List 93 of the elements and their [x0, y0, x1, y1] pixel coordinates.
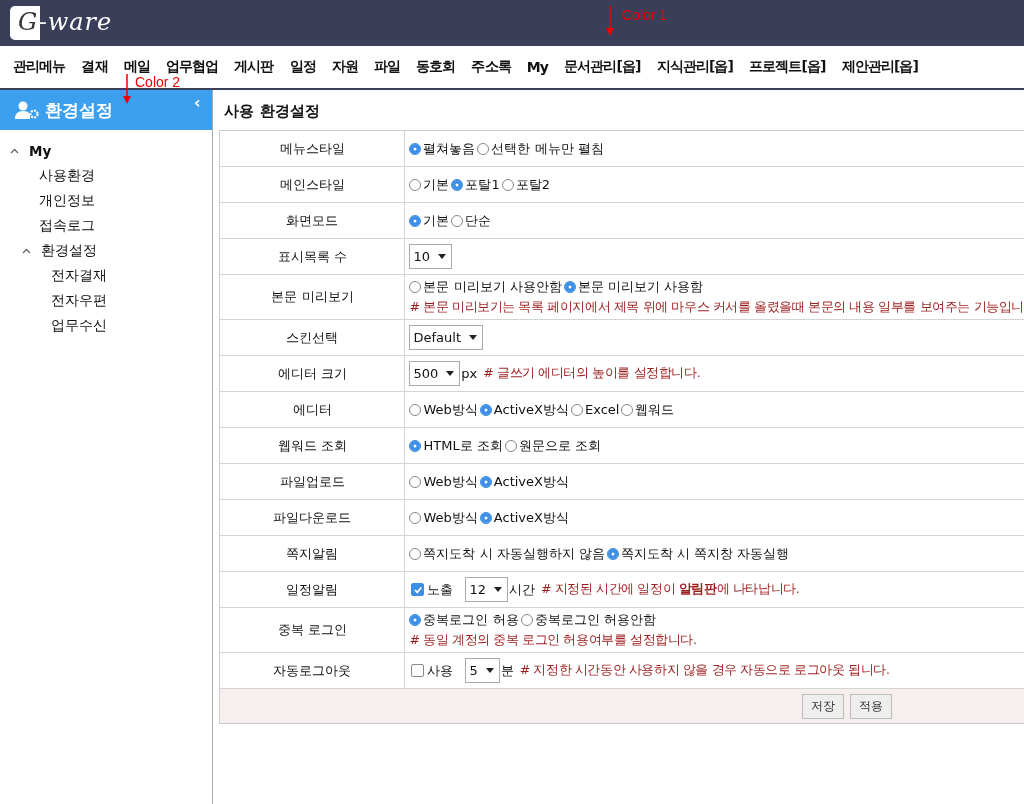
- radio-option[interactable]: Web방식: [409, 508, 478, 527]
- sidebar-title: 환경설정: [45, 98, 113, 122]
- radio-option[interactable]: 웹워드: [621, 400, 675, 419]
- radio-option[interactable]: Excel: [570, 402, 620, 417]
- caret-icon[interactable]: [10, 147, 19, 154]
- setting-label: 파일다운로드: [220, 500, 406, 535]
- page-title: 사용 환경설정: [223, 101, 321, 122]
- radio-option[interactable]: 펼쳐놓음: [409, 139, 476, 158]
- help-note: # 지정한 시간동안 사용하지 않을 경우 자동으로 로그아웃 됩니다.: [519, 662, 890, 679]
- annotation-arrow: [123, 74, 131, 104]
- dropdown-arrow-icon: [485, 668, 494, 673]
- dropdown[interactable]: Default: [409, 325, 483, 350]
- radio-option[interactable]: Web방식: [409, 472, 478, 491]
- menu-item[interactable]: 동호회: [416, 58, 456, 76]
- radio-option[interactable]: 중복로그인 허용: [409, 611, 519, 629]
- dropdown[interactable]: 10: [409, 244, 453, 269]
- menu-item[interactable]: 자원: [331, 58, 358, 76]
- dropdown[interactable]: 500: [409, 361, 461, 386]
- radio-option[interactable]: 본문 미리보기 사용안함: [409, 278, 562, 296]
- menu-item[interactable]: 일정: [289, 58, 316, 76]
- menu-item[interactable]: 결재: [81, 58, 108, 76]
- help-note: # 본문 미리보기는 목록 페이지에서 제목 위에 마우스 커서를 올렸을때 본문의 내용 일부를 보여주는 기능입니: [409, 298, 1024, 316]
- dropdown[interactable]: 12: [465, 577, 509, 602]
- setting-label: 중복 로그인: [220, 608, 406, 652]
- setting-label: 에디터: [220, 392, 406, 427]
- setting-label: 에디터 크기: [220, 356, 406, 391]
- menu-item[interactable]: 관리메뉴: [13, 58, 66, 76]
- checkbox-option[interactable]: 노출: [409, 580, 454, 599]
- menu-item[interactable]: 문서관리[옵]: [564, 58, 641, 76]
- annotation-label: Color 2: [135, 74, 181, 90]
- menu-item[interactable]: 주소록: [471, 58, 511, 76]
- menu-item[interactable]: My: [526, 59, 549, 75]
- check-icon: [413, 584, 423, 595]
- radio-option[interactable]: 단순: [451, 211, 492, 230]
- tree-item[interactable]: 개인정보: [39, 191, 95, 210]
- radio-option[interactable]: 쪽지도착 시 자동실행하지 않음: [409, 544, 605, 563]
- caret-icon[interactable]: [22, 247, 31, 254]
- setting-label: 메인스타일: [220, 167, 406, 202]
- radio-option[interactable]: 기본: [409, 175, 450, 194]
- radio-option[interactable]: ActiveX방식: [479, 508, 569, 527]
- menu-item[interactable]: 프로젝트[옵]: [749, 58, 826, 76]
- form-button[interactable]: 적용: [850, 693, 892, 719]
- user-settings-icon: [15, 101, 39, 119]
- setting-label: 본문 미리보기: [220, 275, 406, 319]
- menu-item[interactable]: 업무협업: [165, 58, 219, 76]
- setting-label: 일정알림: [220, 572, 406, 607]
- radio-option[interactable]: 중복로그인 허용안함: [520, 611, 656, 629]
- form-button[interactable]: 저장: [802, 693, 844, 719]
- help-note: # 글쓰기 에디터의 높이를 설정합니다.: [483, 365, 701, 382]
- radio-option[interactable]: 포탈2: [501, 175, 551, 194]
- radio-option[interactable]: 포탈1: [451, 175, 500, 194]
- annotation-label: Color 1: [622, 7, 668, 23]
- setting-label: 화면모드: [220, 203, 406, 238]
- radio-option[interactable]: ActiveX방식: [479, 472, 569, 491]
- dropdown-arrow-icon: [494, 587, 503, 592]
- setting-label: 표시목록 수: [220, 239, 406, 274]
- unit-label: px: [461, 366, 478, 381]
- menu-item[interactable]: 지식관리[옵]: [656, 58, 734, 76]
- dropdown-arrow-icon: [446, 371, 455, 376]
- tree-item[interactable]: 전자우편: [51, 291, 107, 310]
- radio-option[interactable]: 쪽지도착 시 쪽지창 자동실행: [606, 544, 790, 563]
- tree-item[interactable]: 사용환경: [39, 166, 95, 185]
- radio-option[interactable]: 본문 미리보기 사용함: [563, 278, 703, 296]
- tree-item[interactable]: 전자결재: [51, 266, 107, 285]
- radio-option[interactable]: 기본: [409, 211, 450, 230]
- menu-item[interactable]: 게시판: [234, 58, 274, 76]
- radio-option[interactable]: ActiveX방식: [479, 400, 569, 419]
- tree-item[interactable]: 업무수신: [51, 316, 107, 335]
- tree-item[interactable]: 환경설정: [41, 241, 97, 260]
- menu-item[interactable]: 메일: [123, 58, 150, 76]
- menu-item[interactable]: 제안관리[옵]: [841, 58, 919, 76]
- tree-item[interactable]: My: [29, 142, 52, 159]
- radio-option[interactable]: 원문으로 조회: [504, 436, 601, 455]
- dropdown[interactable]: 5: [465, 658, 500, 683]
- setting-label: 파일업로드: [220, 464, 406, 499]
- setting-label: 쪽지알림: [220, 536, 406, 571]
- radio-option[interactable]: Web방식: [409, 400, 478, 419]
- tree-item[interactable]: 접속로그: [39, 216, 95, 235]
- setting-label: 스킨선택: [220, 320, 406, 355]
- help-note: # 동일 계정의 중복 로그인 허용여부를 설정합니다.: [409, 631, 697, 649]
- help-note: # 지정된 시간에 일정이 알림판에 나타납니다.: [541, 581, 800, 598]
- radio-option[interactable]: HTML로 조회: [409, 436, 503, 455]
- unit-label: 분: [500, 661, 514, 680]
- unit-label: 시간: [509, 580, 536, 599]
- annotation-arrow: [606, 6, 614, 36]
- menu-item[interactable]: 파일: [373, 58, 401, 76]
- setting-label: 자동로그아웃: [220, 653, 406, 688]
- radio-option[interactable]: 선택한 메뉴만 펼침: [477, 139, 604, 158]
- dropdown-arrow-icon: [469, 335, 477, 340]
- checkbox-option[interactable]: 사용: [409, 661, 454, 680]
- setting-label: 메뉴스타일: [220, 131, 406, 166]
- dropdown-arrow-icon: [438, 254, 447, 259]
- setting-label: 웹워드 조회: [220, 428, 406, 463]
